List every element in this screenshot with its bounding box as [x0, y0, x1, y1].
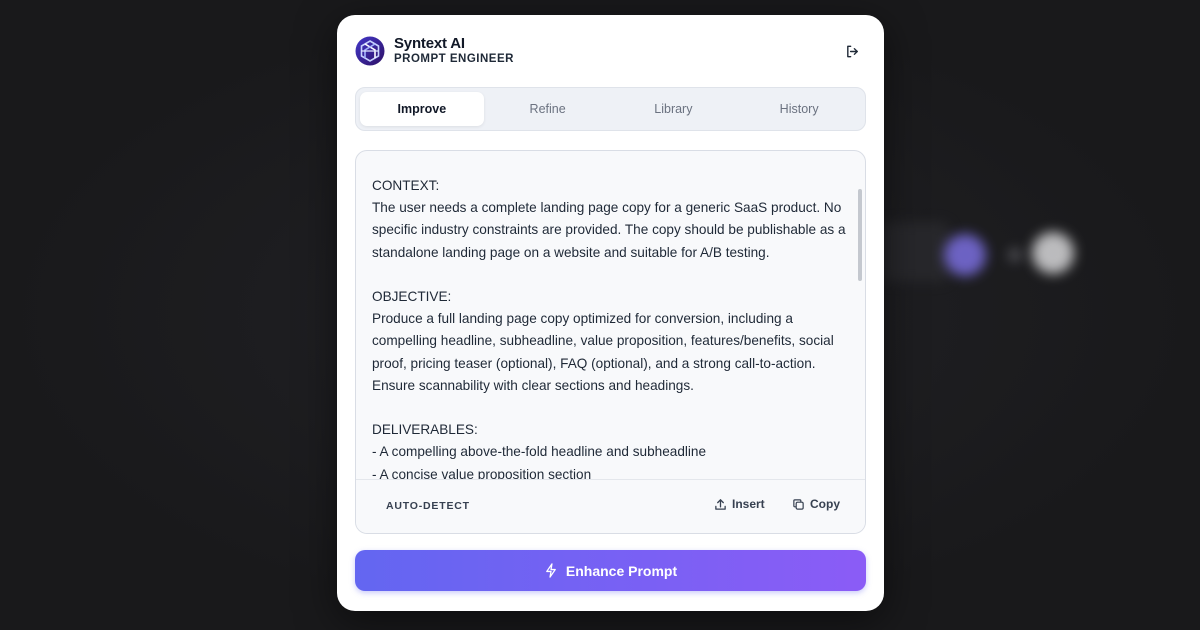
- enhance-prompt-button[interactable]: Enhance Prompt: [355, 550, 866, 591]
- blurred-background-button: [1032, 232, 1074, 274]
- enhance-label: Enhance Prompt: [565, 562, 678, 579]
- insert-label: Insert: [732, 497, 765, 511]
- tab-library[interactable]: Library: [612, 92, 736, 126]
- editor-footer: AUTO-DETECT Insert Copy: [356, 479, 865, 533]
- copy-label: Copy: [810, 497, 840, 511]
- language-mode-label[interactable]: AUTO-DETECT: [386, 500, 470, 512]
- app-name: Syntext AI: [394, 35, 465, 52]
- copy-button[interactable]: Copy: [792, 497, 840, 511]
- tab-bar: Improve Refine Library History: [355, 87, 866, 131]
- app-subtitle: PROMPT ENGINEER: [394, 53, 514, 65]
- logout-button[interactable]: [842, 41, 862, 61]
- extension-popup: Syntext AI PROMPT ENGINEER Improve Refin…: [337, 15, 884, 611]
- blurred-background-avatar: [944, 234, 986, 276]
- tab-history[interactable]: History: [737, 92, 861, 126]
- hexagon-knot-logo: [355, 36, 385, 65]
- insert-button[interactable]: Insert: [714, 497, 765, 511]
- upload-icon: [715, 498, 726, 510]
- lightning-icon: [546, 563, 556, 578]
- tab-improve[interactable]: Improve: [360, 92, 484, 126]
- prompt-textarea[interactable]: CONTEXT: The user needs a complete landi…: [372, 175, 848, 479]
- logout-icon: [846, 45, 858, 57]
- copy-icon: [793, 498, 804, 510]
- blurred-background-toolbar: [880, 222, 950, 282]
- blurred-background-dot: [1008, 248, 1022, 262]
- editor-scrollbar[interactable]: [858, 189, 862, 281]
- prompt-editor: CONTEXT: The user needs a complete landi…: [355, 150, 866, 534]
- tab-refine[interactable]: Refine: [486, 92, 610, 126]
- brand-header: Syntext AI PROMPT ENGINEER: [355, 35, 514, 66]
